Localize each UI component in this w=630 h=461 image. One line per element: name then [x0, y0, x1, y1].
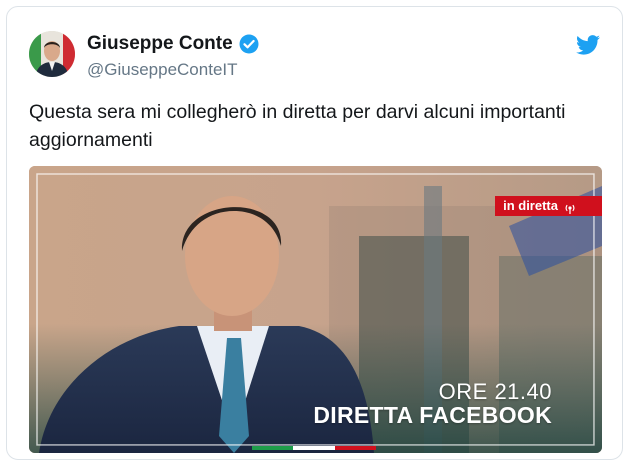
live-badge-label: in diretta	[503, 198, 558, 213]
live-broadcast-icon	[564, 200, 576, 214]
broadcast-headline: DIRETTA FACEBOOK	[313, 402, 552, 428]
verified-badge-icon	[239, 34, 259, 54]
flag-stripe-red	[334, 446, 376, 450]
twitter-bird-icon[interactable]	[576, 35, 600, 55]
tweet-media-image[interactable]: in diretta ORE 21.40 DIRETTA FACEBOOK	[29, 166, 602, 453]
live-badge: in diretta	[495, 196, 602, 216]
author-handle[interactable]: @GiuseppeConteIT	[87, 60, 238, 80]
author-name[interactable]: Giuseppe Conte	[87, 33, 233, 55]
tweet-text: Questa sera mi collegherò in diretta per…	[29, 101, 566, 151]
italian-flag-bar	[252, 446, 376, 450]
flag-stripe-white	[293, 446, 335, 450]
flag-stripe-green	[252, 446, 294, 450]
tweet-card[interactable]: Giuseppe Conte @GiuseppeConteIT Questa s…	[6, 6, 623, 460]
user-avatar[interactable]	[29, 31, 75, 77]
author-name-row[interactable]: Giuseppe Conte	[87, 33, 259, 55]
